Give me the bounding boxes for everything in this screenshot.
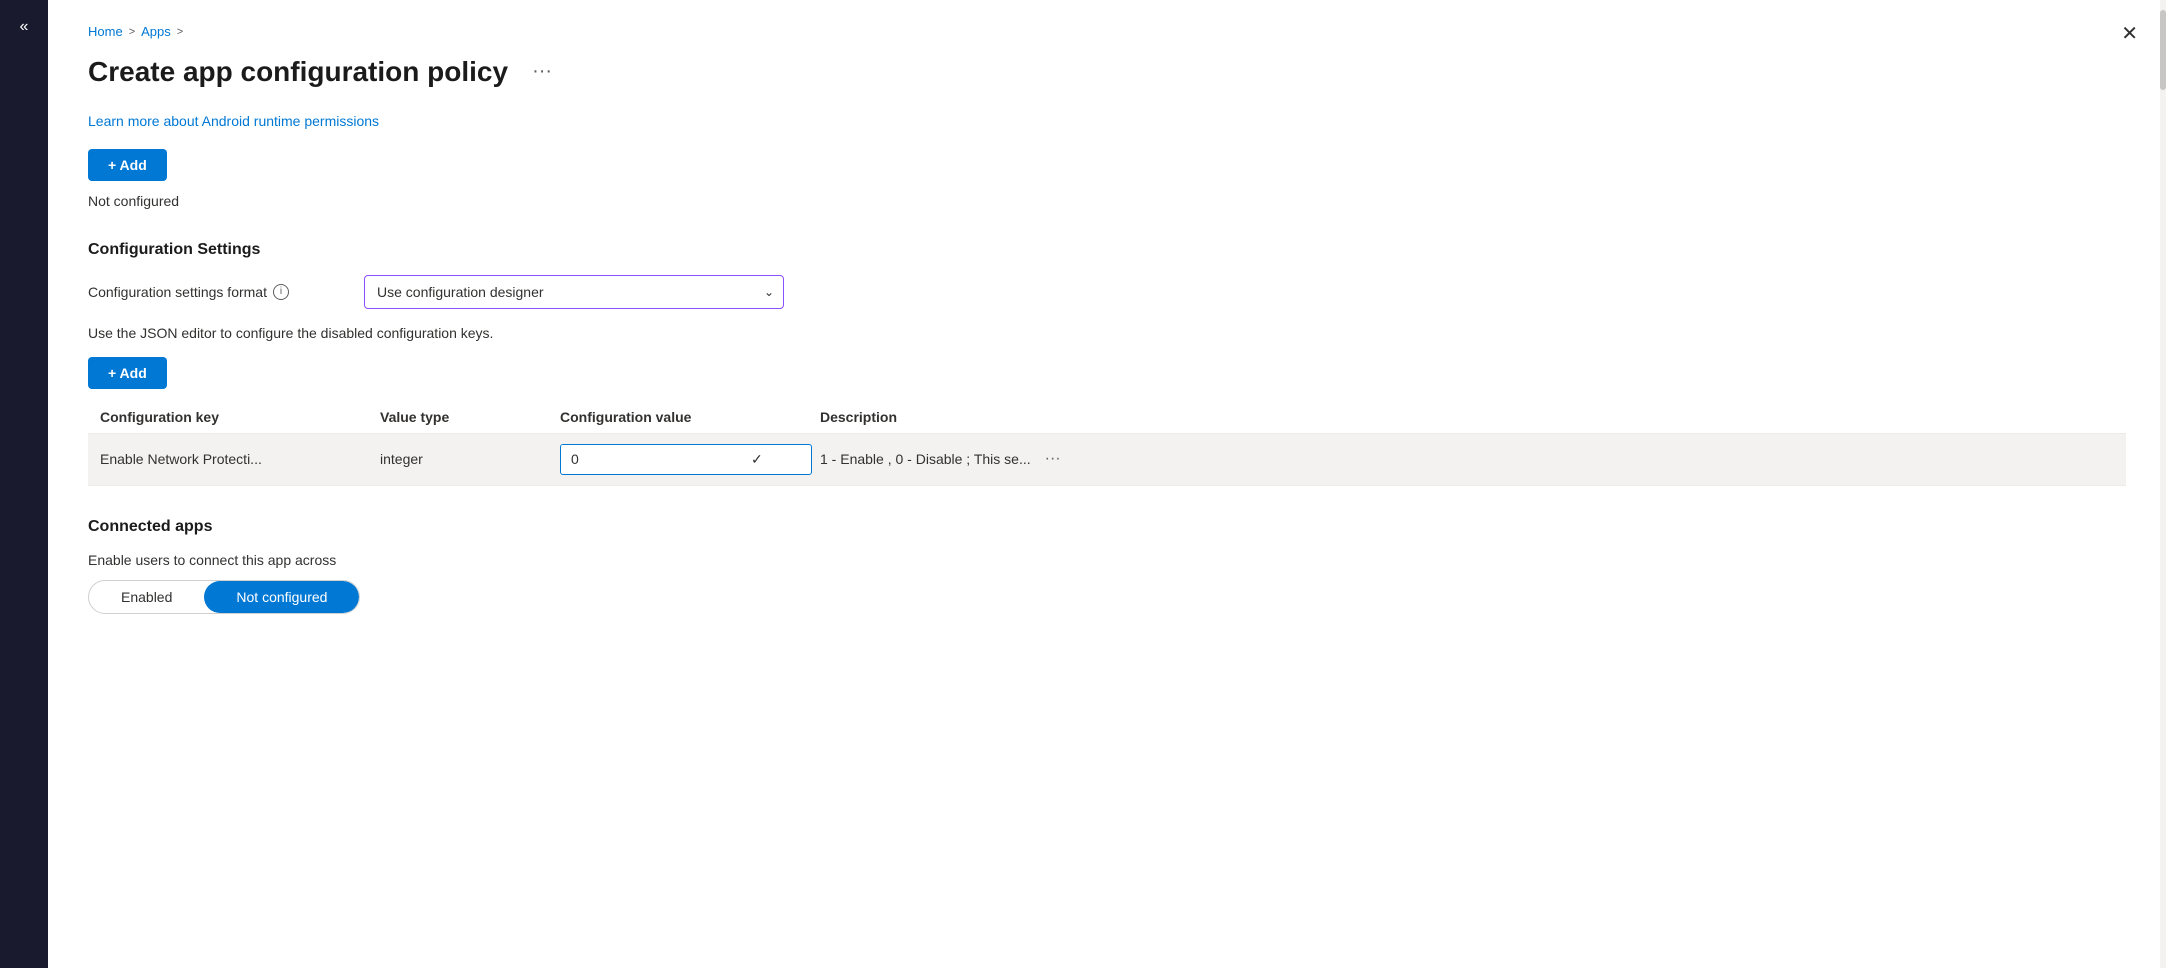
table-header-row: Configuration key Value type Configurati…	[88, 401, 2126, 434]
breadcrumb-home[interactable]: Home	[88, 24, 123, 39]
more-options-button[interactable]: ···	[524, 56, 560, 87]
scrollbar-track	[2160, 0, 2166, 968]
toggle-not-configured-button[interactable]: Not configured	[204, 581, 359, 613]
permissions-add-button[interactable]: + Add	[88, 149, 167, 181]
connected-apps-toggle: Enabled Not configured	[88, 580, 360, 614]
format-dropdown[interactable]: Use configuration designer Enter JSON da…	[364, 275, 784, 309]
not-configured-text: Not configured	[88, 193, 2126, 209]
format-row: Configuration settings format i Use conf…	[88, 275, 2126, 309]
breadcrumb-separator-1: >	[129, 26, 135, 38]
row-more-options-button[interactable]: ···	[1039, 448, 1067, 470]
learn-more-link[interactable]: Learn more about Android runtime permiss…	[88, 113, 379, 129]
page-header: Create app configuration policy ···	[88, 55, 2126, 89]
helper-text: Use the JSON editor to configure the dis…	[88, 325, 2126, 341]
config-value-input-wrapper: ✓	[560, 444, 812, 475]
breadcrumb-apps[interactable]: Apps	[141, 24, 171, 39]
col-header-value-type: Value type	[380, 409, 560, 425]
cell-description: 1 - Enable , 0 - Disable ; This se... ··…	[820, 448, 2114, 470]
connected-apps-subtitle: Enable users to connect this app across	[88, 552, 2126, 568]
col-header-key: Configuration key	[100, 409, 380, 425]
connected-apps-title: Connected apps	[88, 518, 2126, 536]
close-button[interactable]: ✕	[2113, 20, 2146, 48]
configuration-settings-section: Configuration Settings Configuration set…	[88, 241, 2126, 486]
check-icon[interactable]: ✓	[741, 445, 773, 474]
cell-config-value: ✓	[560, 444, 820, 475]
sidebar: «	[0, 0, 48, 968]
col-header-description: Description	[820, 409, 2114, 425]
panel: ✕ Home > Apps > Create app configuration…	[48, 0, 2166, 968]
configuration-table: Configuration key Value type Configurati…	[88, 401, 2126, 486]
breadcrumb: Home > Apps >	[88, 24, 2126, 39]
breadcrumb-separator-2: >	[177, 26, 183, 38]
cell-value-type: integer	[380, 451, 560, 467]
config-value-input[interactable]	[561, 445, 741, 473]
main-content: ✕ Home > Apps > Create app configuration…	[48, 0, 2166, 968]
table-row: Enable Network Protecti... integer ✓ 1 -…	[88, 434, 2126, 486]
page-title: Create app configuration policy	[88, 55, 508, 89]
col-header-config-value: Configuration value	[560, 409, 820, 425]
format-info-icon[interactable]: i	[273, 284, 289, 300]
toggle-enabled-button[interactable]: Enabled	[89, 581, 204, 613]
configuration-settings-title: Configuration Settings	[88, 241, 2126, 259]
scrollbar-thumb[interactable]	[2160, 10, 2166, 90]
format-label-text: Configuration settings format	[88, 284, 267, 300]
sidebar-collapse-button[interactable]: «	[12, 10, 37, 44]
connected-apps-section: Connected apps Enable users to connect t…	[88, 518, 2126, 614]
description-text: 1 - Enable , 0 - Disable ; This se...	[820, 451, 1031, 467]
config-add-button[interactable]: + Add	[88, 357, 167, 389]
cell-key: Enable Network Protecti...	[100, 451, 380, 467]
format-dropdown-wrapper: Use configuration designer Enter JSON da…	[364, 275, 784, 309]
format-label: Configuration settings format i	[88, 284, 348, 300]
